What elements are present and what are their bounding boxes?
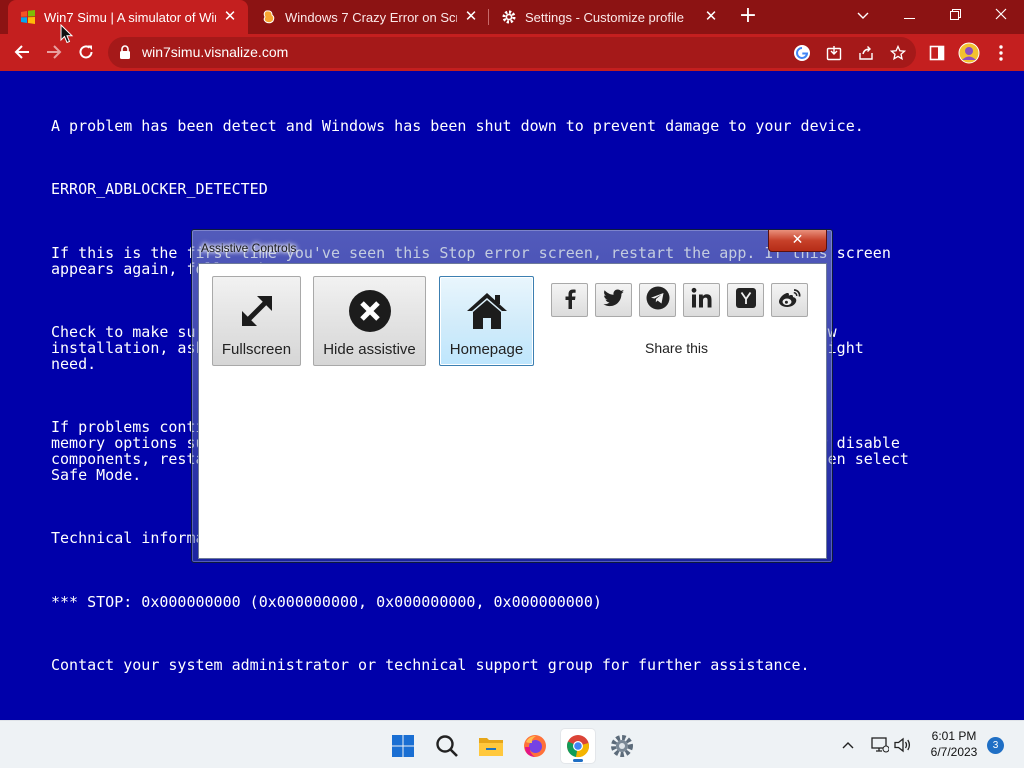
tab-title: Settings - Customize profile bbox=[525, 9, 684, 25]
share-icon[interactable] bbox=[856, 43, 876, 63]
bookmark-star-icon[interactable] bbox=[888, 43, 908, 63]
weibo-icon bbox=[778, 287, 802, 313]
fullscreen-label: Fullscreen bbox=[221, 341, 292, 358]
hide-assistive-button[interactable]: Hide assistive bbox=[313, 276, 426, 366]
homepage-label: Homepage bbox=[449, 341, 524, 358]
tab-title: Windows 7 Crazy Error on Scratc bbox=[285, 9, 457, 25]
active-app-indicator bbox=[573, 759, 583, 762]
new-tab-button[interactable]: + bbox=[736, 5, 760, 29]
homepage-button[interactable]: Homepage bbox=[439, 276, 534, 366]
dialog-close-button[interactable]: ✕ bbox=[768, 230, 827, 252]
tab-close-icon[interactable]: ✕ bbox=[222, 9, 238, 25]
share-this-label: Share this bbox=[645, 340, 709, 356]
chrome-icon[interactable] bbox=[561, 729, 595, 763]
lock-icon[interactable] bbox=[119, 45, 131, 64]
facebook-icon bbox=[559, 287, 581, 313]
share-twitter-button[interactable] bbox=[595, 283, 632, 317]
system-clock[interactable]: 6:01 PM 6/7/2023 bbox=[920, 728, 988, 760]
tab-close-icon[interactable]: ✕ bbox=[703, 9, 719, 25]
url-text[interactable]: win7simu.visnalize.com bbox=[142, 44, 288, 60]
dialog-title: Assistive Controls bbox=[201, 241, 297, 255]
hide-assistive-label: Hide assistive bbox=[323, 341, 416, 358]
restore-button[interactable] bbox=[932, 0, 978, 30]
home-icon bbox=[465, 289, 509, 333]
side-panel-icon[interactable] bbox=[926, 42, 948, 64]
tab-search-chevron-icon[interactable] bbox=[840, 0, 886, 30]
notification-badge[interactable]: 3 bbox=[987, 737, 1004, 754]
browser-tab-settings[interactable]: Settings - Customize profile ✕ bbox=[489, 0, 729, 34]
firefox-icon[interactable] bbox=[518, 729, 552, 763]
browser-tab-win7simu[interactable]: Win7 Simu | A simulator of Wind ✕ bbox=[8, 0, 248, 34]
taskbar: 6:01 PM 6/7/2023 3 bbox=[0, 720, 1024, 768]
file-explorer-icon[interactable] bbox=[474, 729, 508, 763]
show-hidden-icons-chevron-icon[interactable] bbox=[838, 735, 858, 755]
browser-tab-scratch[interactable]: Windows 7 Crazy Error on Scratc ✕ bbox=[249, 0, 489, 34]
share-facebook-button[interactable] bbox=[551, 283, 588, 317]
back-button[interactable] bbox=[8, 38, 36, 66]
share-ycombinator-button[interactable] bbox=[727, 283, 764, 317]
bsod-line: Contact your system administrator or tec… bbox=[51, 656, 810, 674]
bsod-line: A problem has been detect and Windows ha… bbox=[51, 117, 864, 135]
gear-icon bbox=[501, 9, 517, 25]
assistive-controls-dialog: Assistive Controls ✕ Fullscreen Hide ass… bbox=[191, 229, 833, 563]
reload-button[interactable] bbox=[72, 38, 100, 66]
fullscreen-button[interactable]: Fullscreen bbox=[212, 276, 301, 366]
close-window-button[interactable] bbox=[978, 0, 1024, 30]
clock-date: 6/7/2023 bbox=[930, 745, 978, 759]
scratch-icon bbox=[261, 9, 277, 25]
fullscreen-arrows-icon bbox=[235, 289, 279, 333]
close-circle-icon bbox=[348, 289, 392, 333]
google-icon[interactable] bbox=[792, 43, 812, 63]
share-telegram-button[interactable] bbox=[639, 283, 676, 317]
tab-title: Win7 Simu | A simulator of Wind bbox=[44, 9, 216, 25]
browser-menu-icon[interactable] bbox=[990, 42, 1012, 64]
clock-time: 6:01 PM bbox=[931, 729, 977, 743]
bsod-line: Safe Mode. bbox=[51, 466, 142, 484]
dialog-body: Fullscreen Hide assistive Homepage Share… bbox=[198, 263, 827, 559]
minimize-button[interactable] bbox=[886, 0, 932, 30]
network-icon[interactable] bbox=[870, 735, 890, 755]
linkedin-icon bbox=[691, 287, 713, 313]
search-icon[interactable] bbox=[430, 729, 464, 763]
windows-start-icon[interactable] bbox=[386, 729, 420, 763]
telegram-icon bbox=[646, 286, 670, 314]
bsod-stop-code: *** STOP: 0x000000000 (0x000000000, 0x00… bbox=[51, 593, 602, 611]
bsod-error-code: ERROR_ADBLOCKER_DETECTED bbox=[51, 180, 268, 198]
browser-toolbar: win7simu.visnalize.com bbox=[0, 34, 1024, 71]
share-weibo-button[interactable] bbox=[771, 283, 808, 317]
twitter-icon bbox=[602, 287, 625, 313]
share-linkedin-button[interactable] bbox=[683, 283, 720, 317]
address-bar[interactable]: win7simu.visnalize.com bbox=[108, 37, 916, 68]
mouse-cursor-icon bbox=[60, 24, 74, 44]
install-app-icon[interactable] bbox=[824, 43, 844, 63]
tab-close-icon[interactable]: ✕ bbox=[463, 9, 479, 25]
volume-icon[interactable] bbox=[893, 735, 913, 755]
ycombinator-icon bbox=[735, 287, 757, 313]
settings-icon[interactable] bbox=[605, 729, 639, 763]
bsod-line: need. bbox=[51, 355, 97, 373]
profile-avatar[interactable] bbox=[958, 42, 980, 64]
win7-logo-icon bbox=[20, 9, 36, 25]
browser-tabstrip: Win7 Simu | A simulator of Wind ✕ Window… bbox=[0, 0, 1024, 34]
